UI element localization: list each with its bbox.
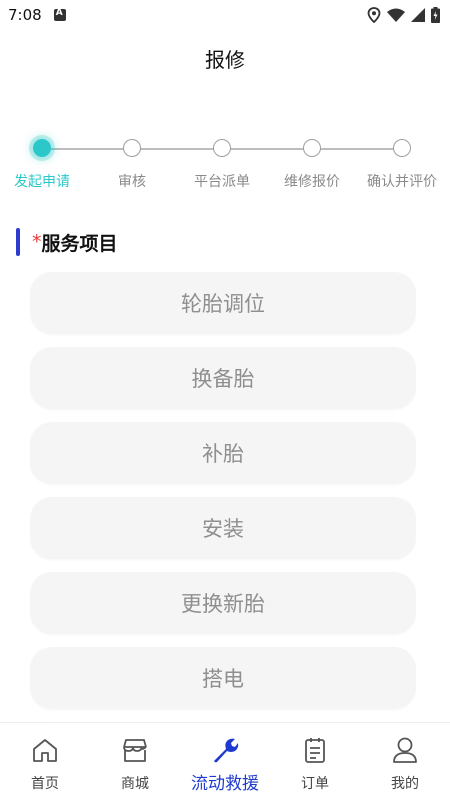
step-2: 审核: [87, 132, 177, 191]
tab-orders[interactable]: 订单: [270, 723, 360, 800]
step-dot: [393, 139, 411, 157]
tab-mobile-rescue[interactable]: 流动救援: [180, 723, 270, 800]
step-label: 确认并评价: [367, 174, 437, 190]
service-button-jump-start[interactable]: 搭电: [30, 647, 416, 709]
notification-icon: [53, 8, 66, 21]
signal-icon: [411, 8, 425, 22]
service-button-spare-tire[interactable]: 换备胎: [30, 347, 416, 409]
section-accent-bar: [16, 228, 20, 256]
tab-label: 流动救援: [191, 774, 259, 794]
wifi-icon: [387, 8, 405, 22]
page-header: 报修: [0, 30, 450, 86]
step-dot-active: [33, 139, 51, 157]
service-button-install[interactable]: 安装: [30, 497, 416, 559]
user-icon: [390, 735, 420, 765]
order-icon: [300, 735, 330, 765]
tab-label: 订单: [301, 776, 329, 792]
service-section-header: * 服务项目: [16, 228, 118, 256]
tab-label: 首页: [31, 776, 59, 792]
step-label: 审核: [118, 174, 146, 190]
step-1: 发起申请: [0, 132, 87, 191]
tab-label: 商城: [121, 776, 149, 792]
step-5: 确认并评价: [357, 132, 447, 191]
service-button-tire-rotation[interactable]: 轮胎调位: [30, 272, 416, 334]
step-4: 维修报价: [267, 132, 357, 191]
tab-profile[interactable]: 我的: [360, 723, 450, 800]
service-list: 轮胎调位 换备胎 补胎 安装 更换新胎 搭电: [30, 272, 416, 722]
tab-label: 我的: [391, 776, 419, 792]
page-title: 报修: [205, 47, 245, 72]
wrench-icon: [210, 735, 240, 765]
step-3: 平台派单: [177, 132, 267, 191]
step-dot: [213, 139, 231, 157]
status-icons: [367, 7, 440, 23]
bottom-tab-bar: 首页 商城 流动救援 订单 我的: [0, 722, 450, 800]
tab-store[interactable]: 商城: [90, 723, 180, 800]
battery-icon: [431, 7, 440, 23]
store-icon: [120, 735, 150, 765]
service-button-new-tire[interactable]: 更换新胎: [30, 572, 416, 634]
step-label: 平台派单: [194, 174, 250, 190]
progress-stepper: 发起申请 审核 平台派单 维修报价 确认并评价: [0, 132, 450, 202]
required-mark: *: [32, 231, 42, 253]
step-label: 维修报价: [284, 174, 340, 190]
step-dot: [123, 139, 141, 157]
status-time: 7:08: [8, 6, 42, 24]
status-bar: 7:08: [0, 0, 450, 30]
step-dot: [303, 139, 321, 157]
service-button-tire-repair[interactable]: 补胎: [30, 422, 416, 484]
location-icon: [367, 7, 381, 23]
section-title: 服务项目: [41, 232, 118, 255]
tab-home[interactable]: 首页: [0, 723, 90, 800]
home-icon: [30, 735, 60, 765]
step-label: 发起申请: [14, 174, 70, 190]
